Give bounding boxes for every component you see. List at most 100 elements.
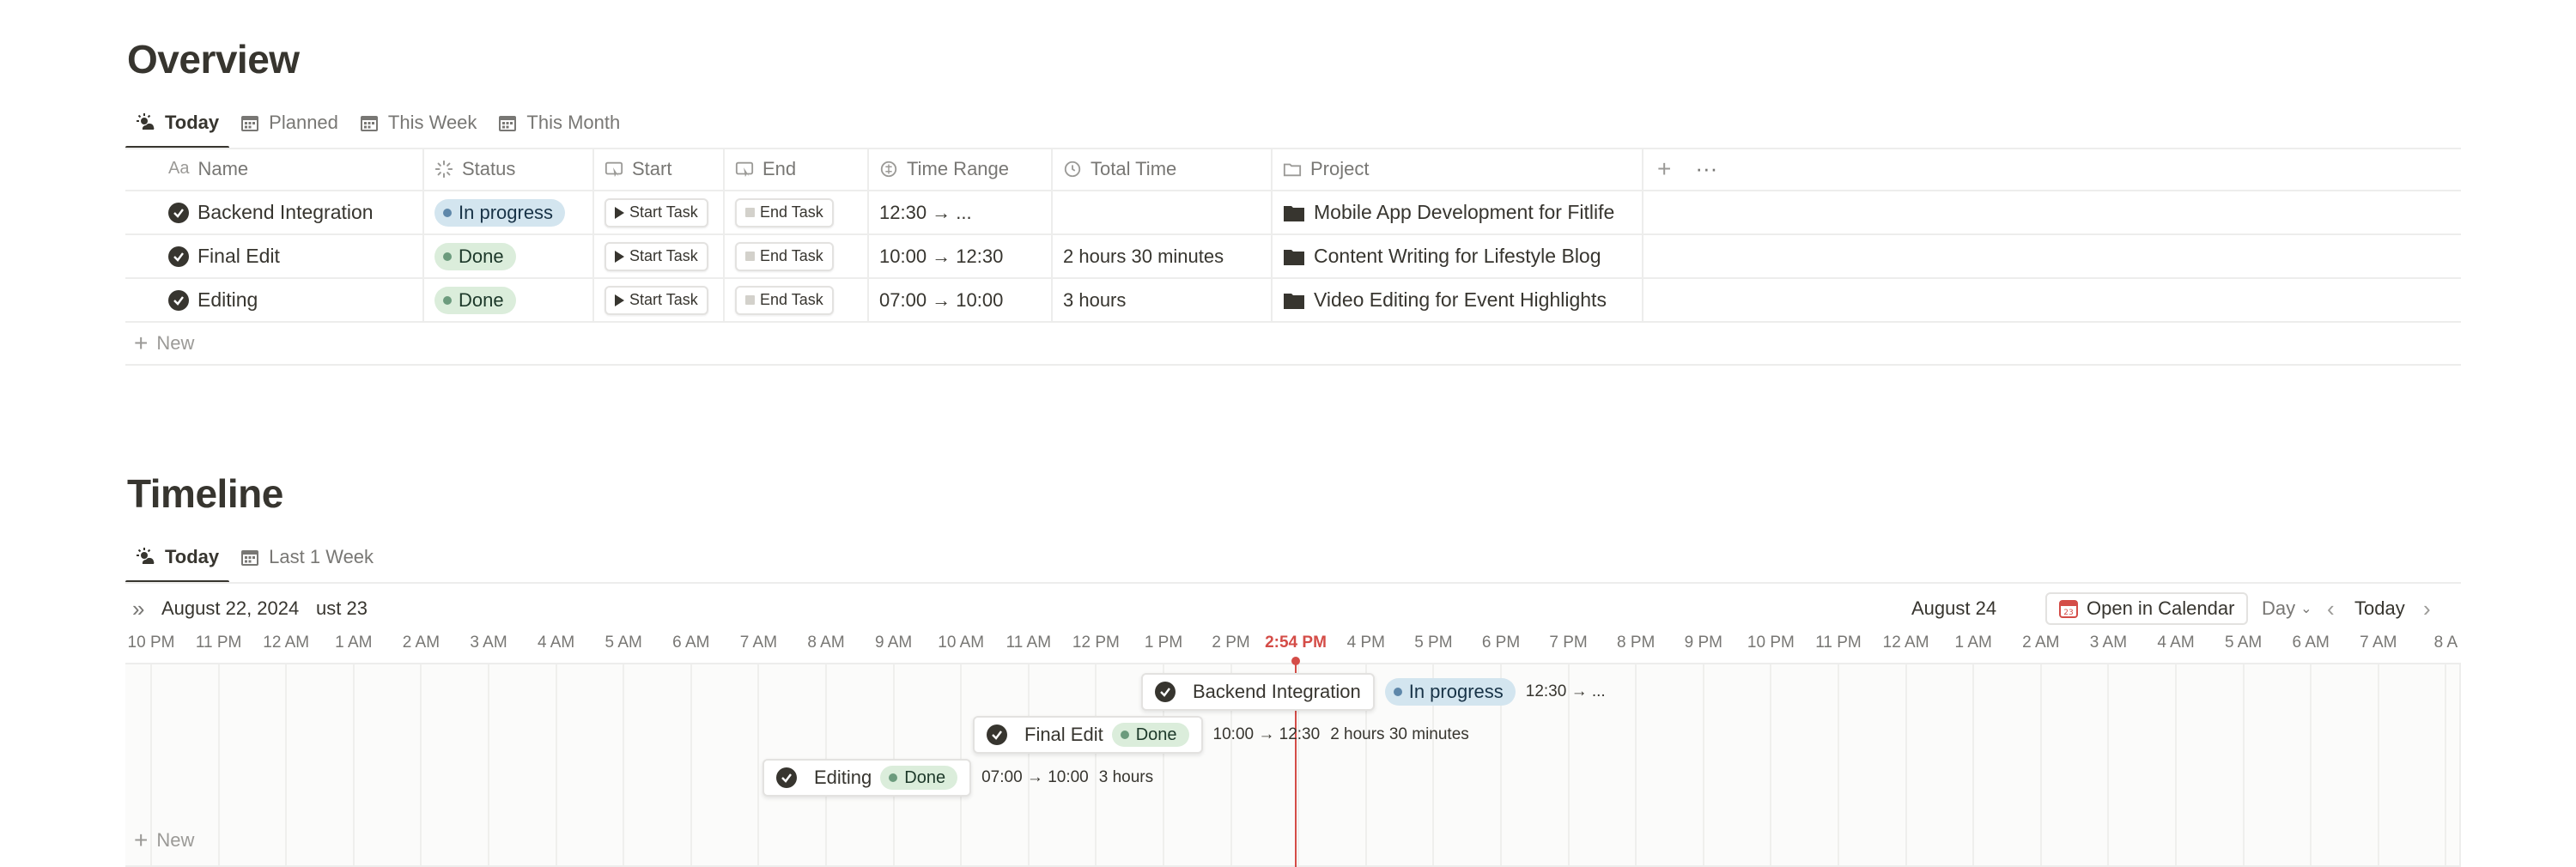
open-in-calendar-button[interactable]: 23 Open in Calendar <box>2045 592 2249 625</box>
column-end[interactable]: End <box>725 148 869 190</box>
timeline-bar-card[interactable]: Editing Done <box>762 759 972 797</box>
folder-icon <box>1284 249 1304 265</box>
start-task-button[interactable]: Start Task <box>605 285 708 315</box>
hour-tick-label: 7 AM <box>739 634 778 652</box>
table-row[interactable]: Final Edit Done Start Task End Task 10:0… <box>125 235 2461 279</box>
table-row[interactable]: Editing Done Start Task End Task 07:00 →… <box>125 279 2461 323</box>
start-task-button[interactable]: Start Task <box>605 197 708 227</box>
timeline-bar[interactable]: Final Edit Done 10:00 → 12:30 2 hours 30… <box>973 716 1469 754</box>
hour-grid-line <box>352 664 355 865</box>
chevron-left-icon[interactable]: ‹ <box>2327 596 2335 622</box>
table-row[interactable]: Backend Integration In progress Start Ta… <box>125 191 2461 235</box>
status-cell[interactable]: Done <box>424 235 594 277</box>
status-cell[interactable]: Done <box>424 279 594 321</box>
hour-tick-label: 2 AM <box>2022 634 2060 652</box>
hour-grid-line <box>555 664 557 865</box>
hour-tick-label: 12 PM <box>1072 634 1120 652</box>
chevron-down-icon: ⌄ <box>2300 602 2312 616</box>
hour-tick-label: 7 AM <box>2360 634 2397 652</box>
end-task-button[interactable]: End Task <box>735 197 834 227</box>
clock-icon <box>1064 161 1081 177</box>
hour-tick-label: 12 AM <box>263 634 310 652</box>
hour-grid-line <box>420 664 422 865</box>
table-header: Aa Name Status Start End Time Range Tota… <box>125 148 2461 191</box>
status-badge: Done <box>434 242 516 270</box>
calendar-icon <box>241 550 259 566</box>
hour-grid-line <box>150 664 152 865</box>
timeline-toolbar: » August 22, 2024 ust 23 August 24 23 Op… <box>125 592 2461 627</box>
hour-grid-line <box>757 664 760 865</box>
timeline-title: Timeline <box>127 471 283 516</box>
hour-tick-label: 11 PM <box>195 634 242 652</box>
hour-tick-label: 5 AM <box>2224 634 2263 652</box>
column-project[interactable]: Project <box>1273 148 1643 190</box>
add-column-icon[interactable]: + <box>1657 156 1671 181</box>
project-cell[interactable]: Mobile App Development for Fitlife <box>1273 191 1643 233</box>
total-time-cell: 3 hours <box>1053 279 1273 321</box>
hour-tick-label: 1 PM <box>1144 634 1183 652</box>
tab-today[interactable]: Today <box>125 98 230 149</box>
tab-last-week[interactable]: Last 1 Week <box>229 532 384 582</box>
hour-grid-line <box>1905 664 1907 865</box>
timeline-new-button[interactable]: + New <box>125 819 194 862</box>
hour-tick-label: 7 PM <box>1549 634 1588 652</box>
hour-tick-label: 6 AM <box>672 634 710 652</box>
status-cell[interactable]: In progress <box>424 191 594 233</box>
start-task-button[interactable]: Start Task <box>605 241 708 271</box>
calendar-icon <box>360 116 378 131</box>
project-cell[interactable]: Video Editing for Event Highlights <box>1273 279 1643 321</box>
formula-icon <box>880 161 897 177</box>
svg-text:23: 23 <box>2063 609 2073 617</box>
timeline-bar-card[interactable]: Backend Integration <box>1141 673 1375 711</box>
sun-cloud-icon <box>137 113 155 130</box>
column-actions: + ··· <box>1643 148 2461 190</box>
timeline-bar[interactable]: Editing Done 07:00 → 10:00 3 hours <box>762 759 1153 797</box>
hour-tick-label: 11 AM <box>1005 634 1052 652</box>
tab-this-month[interactable]: This Month <box>487 98 630 148</box>
current-time-dot <box>1291 657 1300 665</box>
timeline-bar-card[interactable]: Final Edit Done <box>973 716 1203 754</box>
column-time-range[interactable]: Time Range <box>869 148 1053 190</box>
status-badge: In progress <box>434 198 566 227</box>
task-name-cell[interactable]: Final Edit <box>125 235 424 277</box>
hour-tick-label: 10 AM <box>938 634 985 652</box>
column-start[interactable]: Start <box>594 148 725 190</box>
hour-grid-line <box>217 664 220 865</box>
tab-this-week[interactable]: This Week <box>349 98 488 148</box>
check-circle-icon <box>1155 682 1176 702</box>
column-total-time[interactable]: Total Time <box>1053 148 1273 190</box>
sun-cloud-icon <box>137 548 155 564</box>
project-cell[interactable]: Content Writing for Lifestyle Blog <box>1273 235 1643 277</box>
end-task-button[interactable]: End Task <box>735 241 834 271</box>
column-status[interactable]: Status <box>424 148 594 190</box>
end-task-button[interactable]: End Task <box>735 285 834 315</box>
start-cell: Start Task <box>594 235 725 277</box>
button-cursor-icon <box>735 161 754 177</box>
hour-grid-line <box>285 664 288 865</box>
view-mode-select[interactable]: Day ⌄ <box>2262 597 2312 620</box>
hour-grid-line <box>1770 664 1772 865</box>
today-button[interactable]: Today <box>2354 597 2405 620</box>
chevron-right-icon[interactable]: › <box>2423 596 2431 622</box>
timeline-bar[interactable]: Backend Integration In progress 12:30 → … <box>1141 673 1606 711</box>
new-row-button[interactable]: + New <box>125 323 2461 366</box>
hour-tick-label: 4 PM <box>1346 634 1385 652</box>
task-name-cell[interactable]: Editing <box>125 279 424 321</box>
time-range-cell: 12:30 → ... <box>869 191 1053 233</box>
column-name[interactable]: Aa Name <box>125 148 424 190</box>
tab-timeline-today[interactable]: Today <box>125 532 230 584</box>
task-name-cell[interactable]: Backend Integration <box>125 191 424 233</box>
hour-grid-line <box>2377 664 2379 865</box>
tab-today-label: Today <box>165 112 220 133</box>
date-label-mid: ust 23 <box>316 597 368 619</box>
collapse-sidebar-icon[interactable]: » <box>132 596 144 622</box>
start-cell: Start Task <box>594 279 725 321</box>
date-label-left: August 22, 2024 <box>161 597 300 619</box>
start-cell: Start Task <box>594 191 725 233</box>
hour-grid-line <box>1702 664 1704 865</box>
more-options-icon[interactable]: ··· <box>1695 155 1717 182</box>
play-icon <box>615 250 624 263</box>
hour-grid-line <box>2039 664 2042 865</box>
status-badge: Done <box>880 766 958 790</box>
tab-planned[interactable]: Planned <box>229 98 349 148</box>
